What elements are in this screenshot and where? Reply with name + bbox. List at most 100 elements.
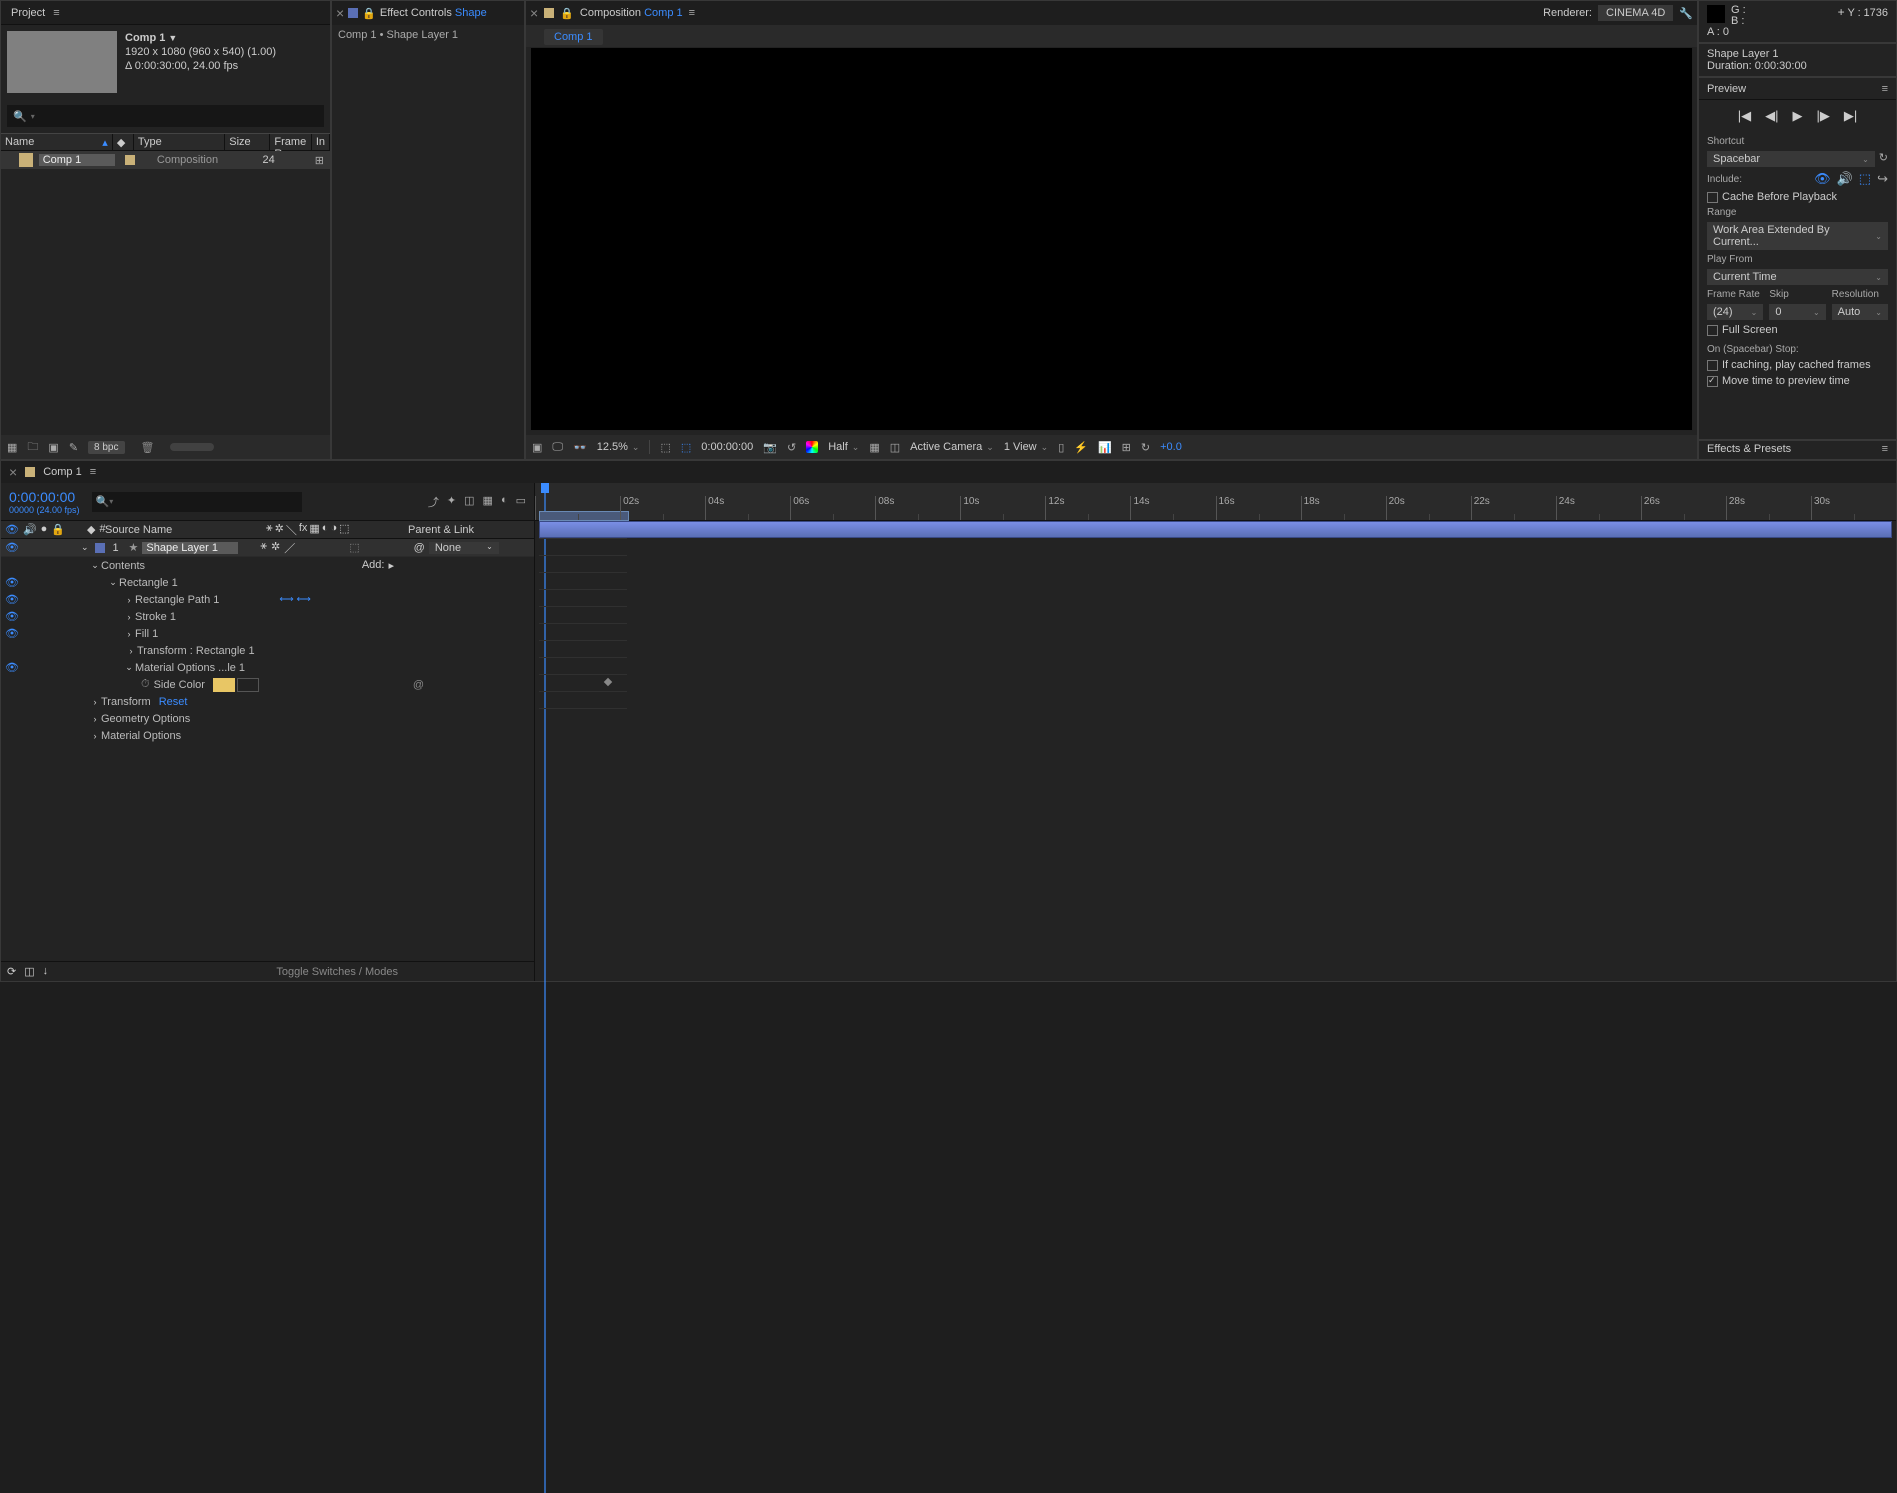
reset-icon[interactable]: ↻ (1879, 151, 1888, 167)
resolution-icon[interactable]: ⬚ (660, 441, 670, 454)
play-button[interactable]: ▶ (1793, 108, 1803, 124)
close-icon[interactable]: × (530, 5, 538, 21)
chevron-down-icon[interactable]: ▼ (168, 33, 177, 43)
ruler-tick[interactable]: 26s (1641, 496, 1726, 520)
camera-dropdown[interactable]: Active Camera⌄ (910, 441, 994, 453)
parent-dropdown[interactable]: None⌄ (429, 542, 499, 554)
col-type[interactable]: Type (134, 134, 225, 150)
ruler-tick[interactable]: 24s (1556, 496, 1641, 520)
eye-column-icon[interactable]: 👁 (5, 523, 19, 536)
eye-icon[interactable]: 👁 (5, 593, 19, 606)
playfrom-dropdown[interactable]: Current Time⌄ (1707, 269, 1888, 285)
new-comp-icon[interactable]: ▣ (48, 441, 58, 454)
effects-presets-panel[interactable]: Effects & Presets ≡ (1698, 440, 1897, 460)
property-row[interactable]: ›Geometry Options (1, 710, 534, 727)
frame-blend-switch-icon[interactable]: ▦ (309, 522, 319, 538)
framerate-dropdown[interactable]: (24)⌄ (1707, 304, 1763, 320)
add-shape-icon[interactable]: ▸ (388, 559, 394, 572)
toggle-switches-button[interactable]: Toggle Switches / Modes (276, 966, 398, 978)
project-item-name[interactable]: Comp 1 (39, 154, 115, 166)
last-frame-button[interactable]: ▶| (1844, 108, 1857, 124)
reset-exposure-icon[interactable]: ↻ (1141, 441, 1150, 454)
channel-icon[interactable] (806, 441, 818, 453)
reset-link[interactable]: Reset (159, 696, 188, 708)
resolution-dropdown[interactable]: Half⌄ (828, 441, 859, 453)
viewer-timecode[interactable]: 0:00:00:00 (701, 441, 753, 453)
eye-icon[interactable]: 👁 (5, 661, 19, 674)
timeline-track-pane[interactable]: 02s04s06s08s10s12s14s16s18s20s22s24s26s2… (535, 483, 1896, 981)
col-size[interactable]: Size (225, 134, 270, 150)
panel-menu-icon[interactable]: ≡ (1882, 443, 1888, 457)
parent-column[interactable]: Parent & Link (400, 524, 474, 536)
ruler-tick[interactable]: 12s (1045, 496, 1130, 520)
project-settings-icon[interactable]: ✎ (69, 441, 78, 454)
audio-column-icon[interactable]: 🔊 (23, 523, 37, 536)
include-overlay-icon[interactable]: ⬚ (1859, 171, 1871, 187)
twirl-icon[interactable]: ⌄ (81, 542, 89, 553)
layer-name[interactable]: Shape Layer 1 (142, 542, 238, 554)
label-color-icon[interactable] (95, 543, 105, 553)
panel-menu-icon[interactable]: ≡ (1882, 83, 1888, 95)
motion-blur-switch-icon[interactable]: ◐ (322, 522, 329, 538)
fast-preview-icon[interactable]: ⚡ (1074, 441, 1088, 454)
frame-blend-icon[interactable]: ▦ (483, 494, 493, 510)
skip-dropdown[interactable]: 0⌄ (1769, 304, 1825, 320)
lock-icon[interactable]: 🔒 (560, 7, 574, 20)
panel-menu-icon[interactable]: ≡ (53, 7, 59, 19)
lock-column-icon[interactable]: 🔒 (51, 523, 65, 536)
chevron-down-icon[interactable]: ▾ (31, 112, 35, 121)
composition-thumbnail[interactable] (7, 31, 117, 93)
timeline-ruler[interactable]: 02s04s06s08s10s12s14s16s18s20s22s24s26s2… (535, 483, 1896, 521)
sort-icon[interactable]: ▴ (102, 136, 108, 148)
layer-row[interactable]: 👁 ⌄ 1 ★ Shape Layer 1 ⚹✲／ ⬚ @ None⌄ (1, 539, 534, 557)
adjustment-switch-icon[interactable]: ◑ (330, 522, 337, 538)
solo-column-icon[interactable]: ● (41, 523, 48, 536)
color-swatch-alt[interactable] (237, 678, 259, 692)
ruler-tick[interactable] (535, 496, 620, 520)
label-column-icon[interactable]: ◆ (87, 523, 95, 536)
ruler-tick[interactable]: 30s (1811, 496, 1896, 520)
eye-icon[interactable]: 👁 (1, 541, 31, 554)
flowchart-icon[interactable]: ⊞ (1122, 441, 1131, 454)
timeline-search-input[interactable] (113, 496, 297, 508)
property-row[interactable]: ›TransformReset (1, 693, 534, 710)
ruler-tick[interactable]: 02s (620, 496, 705, 520)
view-layout-dropdown[interactable]: 1 View⌄ (1004, 441, 1048, 453)
settings-icon[interactable]: 🔧 (1679, 7, 1693, 20)
ruler-tick[interactable]: 04s (705, 496, 790, 520)
project-search-input[interactable] (39, 110, 318, 122)
lock-icon[interactable]: 🔒 (362, 7, 376, 20)
ruler-tick[interactable]: 28s (1726, 496, 1811, 520)
checkbox-icon[interactable] (1707, 192, 1718, 203)
draft-3d-icon[interactable]: ✦ (447, 494, 456, 510)
ruler-tick[interactable]: 18s (1301, 496, 1386, 520)
eye-icon[interactable]: 👁 (5, 576, 19, 589)
collapse-switch-icon[interactable]: ✲ (275, 522, 284, 538)
fullscreen-checkbox-row[interactable]: Full Screen (1707, 324, 1888, 336)
close-icon[interactable]: × (9, 464, 17, 480)
checkbox-icon[interactable] (1707, 325, 1718, 336)
property-row[interactable]: ⏱Side Color@ (1, 676, 534, 693)
exposure-value[interactable]: +0.0 (1160, 441, 1182, 453)
shy-switch-icon[interactable]: ⚹ (266, 522, 273, 538)
property-row[interactable]: 👁›Fill 1 (1, 625, 534, 642)
flowchart-icon[interactable]: ⊞ (315, 154, 324, 167)
ruler-tick[interactable]: 10s (960, 496, 1045, 520)
source-name-column[interactable]: Source Name (101, 524, 266, 536)
comp-mini-flowchart-icon[interactable]: ⤴ (428, 494, 439, 510)
ruler-tick[interactable]: 06s (790, 496, 875, 520)
render-icon[interactable]: ⟳ (7, 965, 16, 978)
range-dropdown[interactable]: Work Area Extended By Current...⌄ (1707, 222, 1888, 250)
property-row[interactable]: 👁›Rectangle Path 1⟷ ⟷ (1, 591, 534, 608)
loop-icon[interactable]: ↪ (1877, 171, 1888, 187)
fx-switch-icon[interactable]: fx (299, 522, 308, 538)
resolution-dropdown[interactable]: Auto⌄ (1832, 304, 1888, 320)
pixel-aspect-icon[interactable]: ▯ (1058, 441, 1064, 454)
mask-icon[interactable]: 👓 (573, 441, 587, 454)
proxy-icon[interactable]: ◫ (24, 965, 34, 978)
shortcut-dropdown[interactable]: Spacebar⌄ (1707, 151, 1875, 167)
toggle-alpha-icon[interactable]: ◫ (890, 441, 900, 454)
include-audio-icon[interactable]: 🔊 (1837, 171, 1853, 187)
panel-menu-icon[interactable]: ≡ (90, 466, 96, 478)
fast-preview-icon[interactable]: ▦ (869, 441, 879, 454)
